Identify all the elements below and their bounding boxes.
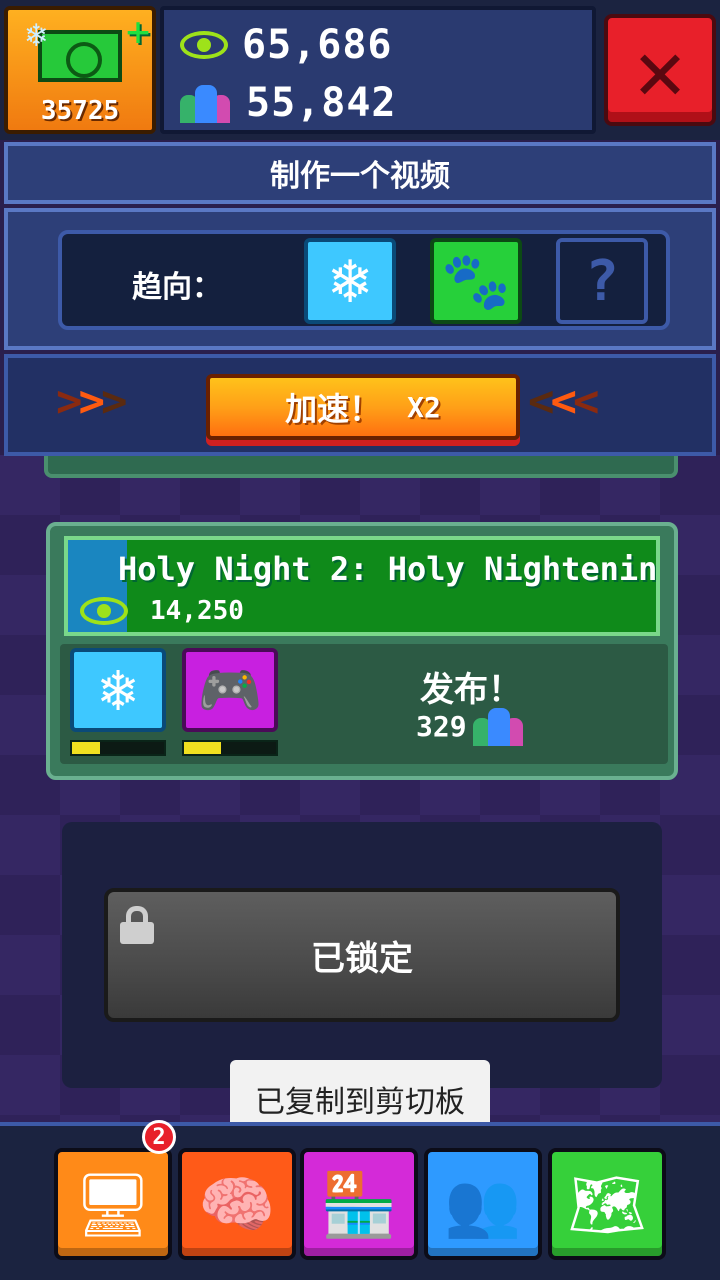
- nav-community-button[interactable]: 👥: [424, 1148, 542, 1260]
- topic-slot-snowflake[interactable]: ❄: [66, 648, 170, 760]
- publish-subscribers: 329: [416, 709, 467, 743]
- snowflake-icon: ❄: [26, 15, 47, 55]
- cash-value: 35725: [40, 96, 120, 126]
- publish-button[interactable]: 发布！: [420, 662, 522, 711]
- shop-icon: 🏪: [320, 1168, 398, 1241]
- locked-slot-panel: 已锁定: [62, 822, 662, 1088]
- topic-progress-fill: [72, 742, 100, 754]
- bottom-nav: 🖥 🧠 🏪 👥 🗺: [0, 1122, 720, 1280]
- eye-icon: [80, 597, 128, 625]
- paw-icon: 🐾: [441, 249, 511, 314]
- close-button[interactable]: ✕: [604, 14, 716, 126]
- trend-snowflake-slot[interactable]: ❄: [304, 238, 396, 324]
- top-bar: ❄ + 35725 65,686 55,842 ✕: [0, 0, 720, 140]
- subscribers-icon: [180, 83, 232, 123]
- video-views: 14,250: [150, 596, 244, 626]
- lock-icon: [120, 906, 154, 944]
- page-title: 制作一个视频: [4, 142, 716, 204]
- plus-icon: +: [126, 9, 151, 55]
- nav-upgrade-button[interactable]: 🧠: [178, 1148, 296, 1260]
- publish-subscribers-row: 329: [416, 706, 525, 746]
- video-card: Holy Night 2: Holy Nightening 14,250 ❄ 🎮…: [46, 522, 678, 780]
- locked-label: 已锁定: [311, 938, 413, 979]
- boost-button[interactable]: 加速！ X2: [206, 374, 520, 440]
- snowflake-icon: ❄: [330, 244, 370, 318]
- previous-card-edge: [44, 456, 678, 478]
- snowflake-icon: ❄: [70, 648, 166, 732]
- buy-cash-button[interactable]: ❄ + 35725: [4, 6, 156, 134]
- trend-unknown-slot[interactable]: ?: [556, 238, 648, 324]
- subscribers-icon: [472, 706, 525, 746]
- topic-progress-fill: [184, 742, 221, 754]
- views-stat: 65,686: [180, 20, 393, 70]
- views-value: 65,686: [242, 22, 393, 68]
- nav-shop-button[interactable]: 🏪: [300, 1148, 418, 1260]
- notification-badge: 2: [142, 1120, 176, 1154]
- video-progress-bar: Holy Night 2: Holy Nightening 14,250: [64, 536, 660, 636]
- trend-panel: 趋向： ❄ 🐾 ?: [4, 208, 716, 350]
- trend-inner-panel: 趋向： ❄ 🐾 ?: [58, 230, 670, 330]
- video-views-row: 14,250: [80, 596, 244, 626]
- stats-panel: 65,686 55,842: [160, 6, 596, 134]
- chevron-right-icon: >>>: [56, 376, 127, 427]
- gamepad-icon: 🎮: [182, 648, 278, 732]
- subscribers-stat: 55,842: [180, 78, 397, 128]
- brain-upgrade-icon: 🧠: [198, 1168, 276, 1241]
- nav-map-button[interactable]: 🗺: [548, 1148, 666, 1260]
- boost-label: 加速！: [285, 390, 382, 428]
- cash-icon: [38, 30, 122, 82]
- treasure-map-icon: 🗺: [567, 1168, 647, 1241]
- video-details: ❄ 🎮 发布！ 329: [60, 644, 668, 764]
- chevron-left-icon: <<<: [528, 376, 599, 427]
- boost-panel: >>> 加速！ X2 <<<: [4, 354, 716, 456]
- boost-multiplier: X2: [407, 390, 441, 424]
- topic-progress-bar: [70, 740, 166, 756]
- eye-icon: [180, 31, 228, 59]
- studio-computer-icon: 🖥: [73, 1168, 153, 1241]
- topic-progress-bar: [182, 740, 278, 756]
- close-icon: ✕: [634, 21, 686, 119]
- locked-button[interactable]: 已锁定: [104, 888, 620, 1022]
- question-icon: ?: [585, 248, 619, 314]
- trend-paw-slot[interactable]: 🐾: [430, 238, 522, 324]
- nav-studio-button[interactable]: 🖥: [54, 1148, 172, 1260]
- video-title: Holy Night 2: Holy Nightening: [118, 550, 660, 588]
- topic-slot-gamepad[interactable]: 🎮: [178, 648, 282, 760]
- subscribers-value: 55,842: [246, 80, 397, 126]
- trend-label: 趋向：: [132, 270, 222, 305]
- community-icon: 👥: [444, 1168, 522, 1241]
